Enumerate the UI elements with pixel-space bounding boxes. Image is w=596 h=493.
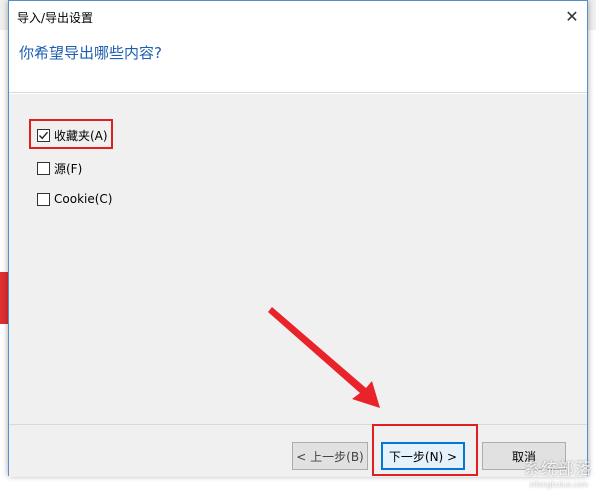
- title-bar: 导入/导出设置 ✕: [9, 1, 587, 31]
- dialog-title: 导入/导出设置: [17, 11, 94, 25]
- options-panel: 收藏夹(A) 源(F) Cookie(C): [9, 94, 587, 424]
- dialog-header: 你希望导出哪些内容?: [9, 31, 587, 93]
- watermark-url: xitongbuluo.com: [529, 481, 588, 489]
- feeds-label: 源(F): [54, 162, 83, 176]
- cookies-checkbox[interactable]: [37, 192, 50, 206]
- next-highlight-box: [372, 424, 478, 476]
- cookies-label: Cookie(C): [54, 192, 113, 206]
- option-feeds[interactable]: 源(F): [37, 160, 82, 177]
- option-cookies[interactable]: Cookie(C): [37, 192, 112, 206]
- background-page-bottom: [0, 476, 596, 493]
- favorites-checkbox[interactable]: [37, 129, 50, 142]
- close-icon: ✕: [565, 6, 579, 26]
- option-favorites[interactable]: 收藏夹(A): [37, 127, 108, 144]
- checkmark-icon: [38, 131, 49, 140]
- background-red-banner: [0, 272, 8, 324]
- question-heading: 你希望导出哪些内容?: [19, 44, 162, 62]
- watermark-logo: 系统部落: [523, 459, 592, 478]
- import-export-dialog: 导入/导出设置 ✕ 你希望导出哪些内容? 收藏夹(A) 源(F) Cookie(…: [8, 0, 588, 477]
- screen: 导入/导出设置 ✕ 你希望导出哪些内容? 收藏夹(A) 源(F) Cookie(…: [0, 0, 596, 493]
- favorites-label: 收藏夹(A): [54, 129, 108, 143]
- feeds-checkbox[interactable]: [37, 162, 50, 175]
- close-button[interactable]: ✕: [557, 1, 587, 31]
- back-button[interactable]: < 上一步(B): [292, 442, 368, 470]
